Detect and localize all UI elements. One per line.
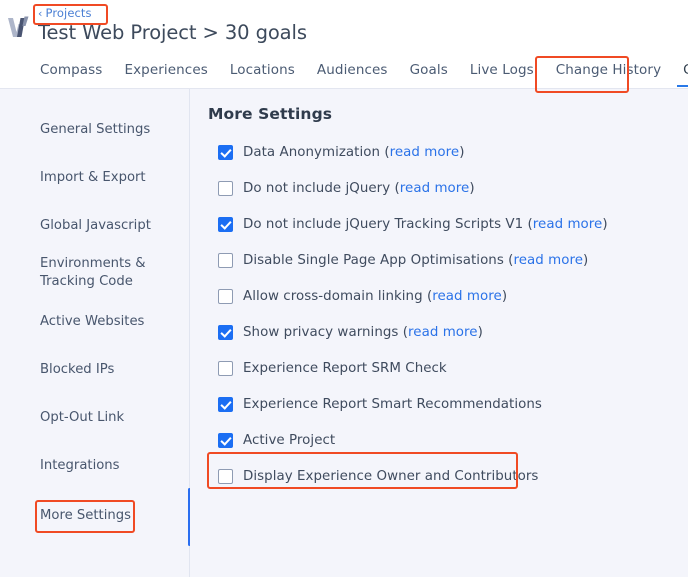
settings-sidebar: General Settings Import & Export Global … xyxy=(0,89,191,577)
option-label-jquery-tracking-scripts-v1: Do not include jQuery Tracking Scripts V… xyxy=(243,216,608,232)
option-label-active-project: Active Project xyxy=(243,432,336,448)
section-title: More Settings xyxy=(208,105,333,123)
page-title: Test Web Project > 30 goals xyxy=(38,21,307,44)
page-header: ‹ Projects Test Web Project > 30 goals Co… xyxy=(0,0,688,89)
option-row-experience-report-smart-recommendations[interactable]: Experience Report Smart Recommendations xyxy=(218,386,678,422)
option-row-show-privacy-warnings[interactable]: Show privacy warnings (read more) xyxy=(218,314,678,350)
checkbox-allow-cross-domain-linking[interactable] xyxy=(218,288,233,304)
checkbox-experience-report-smart-recommendations[interactable] xyxy=(218,396,233,412)
breadcrumb[interactable]: ‹ Projects xyxy=(38,6,92,20)
checkbox-disable-spa-optimisations[interactable] xyxy=(218,252,233,268)
sidebar-item-import-export[interactable]: Import & Export xyxy=(40,169,146,187)
sidebar-item-active-websites[interactable]: Active Websites xyxy=(40,313,144,331)
sidebar-item-environments-tracking-code[interactable]: Environments & Tracking Code xyxy=(40,255,160,291)
checkbox-data-anonymization[interactable] xyxy=(218,144,233,160)
option-row-allow-cross-domain-linking[interactable]: Allow cross-domain linking (read more) xyxy=(218,278,678,314)
option-label-allow-cross-domain-linking: Allow cross-domain linking (read more) xyxy=(243,288,508,304)
tab-audiences[interactable]: Audiences xyxy=(306,62,399,87)
tab-experiences[interactable]: Experiences xyxy=(113,62,218,87)
option-label-show-privacy-warnings: Show privacy warnings (read more) xyxy=(243,324,483,340)
primary-tabs: Compass Experiences Locations Audiences … xyxy=(38,62,688,87)
option-label-display-experience-owner-and-contributors: Display Experience Owner and Contributor… xyxy=(243,468,539,484)
back-chevron-icon: ‹ xyxy=(38,7,43,20)
checkbox-do-not-include-jquery[interactable] xyxy=(218,180,233,196)
option-label-do-not-include-jquery: Do not include jQuery (read more) xyxy=(243,180,475,196)
checkbox-show-privacy-warnings[interactable] xyxy=(218,324,233,340)
sidebar-item-integrations[interactable]: Integrations xyxy=(40,457,120,475)
breadcrumb-projects-link[interactable]: Projects xyxy=(46,6,92,20)
read-more-link[interactable]: read more xyxy=(533,217,603,232)
option-label-experience-report-srm-check: Experience Report SRM Check xyxy=(243,360,447,376)
option-row-experience-report-srm-check[interactable]: Experience Report SRM Check xyxy=(218,350,678,386)
sidebar-item-opt-out-link[interactable]: Opt-Out Link xyxy=(40,409,124,427)
read-more-link[interactable]: read more xyxy=(513,253,583,268)
checkbox-active-project[interactable] xyxy=(218,432,233,448)
option-label-disable-spa-optimisations: Disable Single Page App Optimisations (r… xyxy=(243,252,589,268)
configuration-page: ‹ Projects Test Web Project > 30 goals Co… xyxy=(0,0,688,577)
sidebar-item-more-settings[interactable]: More Settings xyxy=(40,507,131,525)
tab-configuration[interactable]: Configuration xyxy=(672,62,688,87)
read-more-link[interactable]: read more xyxy=(400,181,470,196)
option-row-disable-spa-optimisations[interactable]: Disable Single Page App Optimisations (r… xyxy=(218,242,678,278)
read-more-link[interactable]: read more xyxy=(408,325,478,340)
checkbox-display-experience-owner-and-contributors[interactable] xyxy=(218,468,233,484)
option-row-do-not-include-jquery[interactable]: Do not include jQuery (read more) xyxy=(218,170,678,206)
tab-locations[interactable]: Locations xyxy=(219,62,306,87)
wingify-logo-icon xyxy=(8,16,29,37)
checkbox-experience-report-srm-check[interactable] xyxy=(218,360,233,376)
option-label-data-anonymization: Data Anonymization (read more) xyxy=(243,144,465,160)
option-row-active-project[interactable]: Active Project xyxy=(218,422,678,458)
more-settings-option-list: Data Anonymization (read more) Do not in… xyxy=(218,134,678,494)
read-more-link[interactable]: read more xyxy=(390,145,460,160)
option-row-data-anonymization[interactable]: Data Anonymization (read more) xyxy=(218,134,678,170)
sidebar-item-global-javascript[interactable]: Global Javascript xyxy=(40,217,151,235)
tab-compass[interactable]: Compass xyxy=(38,62,113,87)
tab-live-logs[interactable]: Live Logs xyxy=(459,62,545,87)
tab-goals[interactable]: Goals xyxy=(399,62,459,87)
checkbox-jquery-tracking-scripts-v1[interactable] xyxy=(218,216,233,232)
option-label-experience-report-smart-recommendations: Experience Report Smart Recommendations xyxy=(243,396,542,412)
sidebar-item-blocked-ips[interactable]: Blocked IPs xyxy=(40,361,114,379)
read-more-link[interactable]: read more xyxy=(432,289,502,304)
settings-content: More Settings Data Anonymization (read m… xyxy=(190,89,688,577)
sidebar-item-general-settings[interactable]: General Settings xyxy=(40,121,150,139)
option-row-jquery-tracking-scripts-v1[interactable]: Do not include jQuery Tracking Scripts V… xyxy=(218,206,678,242)
tab-change-history[interactable]: Change History xyxy=(545,62,672,87)
option-row-display-experience-owner-and-contributors[interactable]: Display Experience Owner and Contributor… xyxy=(218,458,678,494)
